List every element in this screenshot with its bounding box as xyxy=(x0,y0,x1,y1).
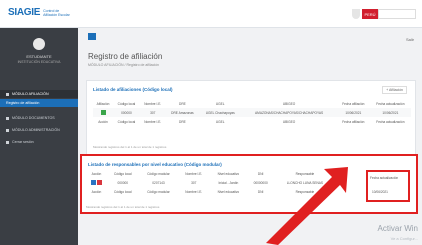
table-cell: UGEL Chachapoyas xyxy=(199,108,242,117)
column-header[interactable]: Nombre I.E. xyxy=(178,169,209,178)
table-cell: 000000 xyxy=(117,180,129,185)
logo-subtitle: Control de Afiliación Escolar xyxy=(43,8,70,17)
edit-button[interactable] xyxy=(91,180,96,185)
table-cell: DRE Amazonas xyxy=(165,108,200,117)
table-footer-row: Acción Código local Nombre I.E. DRE UGEL… xyxy=(93,117,411,126)
sidebar-item-administracion[interactable]: MÓDULO ADMINISTRACIÓN xyxy=(0,126,78,134)
government-flag: PERÚ xyxy=(362,9,416,19)
table-cell: Nivel educativo xyxy=(217,189,240,194)
table-cell: 0207143 xyxy=(152,180,165,185)
logout-icon xyxy=(6,140,9,144)
table-cell: UGEL xyxy=(215,119,225,124)
sidebar-item-label: Cerrar sesión xyxy=(12,140,34,144)
table-cell: Nombre I.E. xyxy=(144,119,162,124)
add-affiliation-button[interactable]: + Afiliación xyxy=(382,86,407,94)
responsibles-title: Listado de responsables por nivel educat… xyxy=(88,162,222,167)
highlighted-update-date: Fecha actualización 10/06/2021 xyxy=(366,170,410,202)
app-logo[interactable]: SIAGIE Control de Afiliación Escolar xyxy=(8,7,73,18)
menu-icon xyxy=(6,116,9,120)
table-cell: Nombre I.E. xyxy=(185,189,203,194)
user-institution: INSTITUCIÓN EDUCATIVA xyxy=(17,60,61,64)
table-cell: UBIGEO xyxy=(282,119,296,124)
table-cell: Código modular xyxy=(147,189,170,194)
table-cell: 307 xyxy=(191,180,197,185)
avatar-icon xyxy=(33,38,45,50)
table-row: 000000 307 DRE Amazonas UGEL Chachapoyas… xyxy=(93,108,411,117)
table-cell: Acción xyxy=(91,189,102,194)
column-header[interactable]: Acción xyxy=(86,169,107,178)
table-cell: 10/06/2021 xyxy=(336,108,370,117)
sidebar-item-logout[interactable]: Cerrar sesión xyxy=(0,138,78,146)
column-header[interactable]: Afiliación xyxy=(93,99,113,108)
user-name: ESTUDIANTE xyxy=(26,54,52,59)
column-header[interactable]: DRE xyxy=(166,99,199,108)
column-header[interactable]: Código modular xyxy=(139,169,179,178)
column-header[interactable]: UGEL xyxy=(199,99,241,108)
affiliations-title: Listado de afiliaciones (Código local) xyxy=(93,87,173,92)
column-header[interactable]: Nombre I.E. xyxy=(140,99,166,108)
column-header[interactable]: Fecha actualización xyxy=(370,176,398,180)
table-cell: Fecha afiliación xyxy=(342,119,365,124)
sidebar-item-registro[interactable]: Registro de afiliación xyxy=(0,99,78,107)
sidebar-item-documentos[interactable]: MÓDULO DOCUMENTOS xyxy=(0,114,78,122)
flag-white-band xyxy=(378,9,416,19)
update-date-value: 10/06/2021 xyxy=(372,190,388,194)
sidebar-item-label: MÓDULO AFILIACIÓN xyxy=(12,92,49,96)
table-cell: Acción xyxy=(98,119,108,124)
table-cell: Código local xyxy=(117,119,136,124)
main-content: Salir Registro de afiliación MÓDULO AFIL… xyxy=(78,28,422,245)
top-bar: SIAGIE Control de Afiliación Escolar PER… xyxy=(0,0,422,28)
logout-link[interactable]: Salir xyxy=(406,37,414,42)
action-cell xyxy=(86,178,107,187)
table-cell: Fecha actualización xyxy=(376,119,405,124)
table-cell: AMAZONAS/CHACHAPOYAS/CHACHAPOYAS xyxy=(241,108,337,117)
table-cell: 307 xyxy=(139,108,166,117)
affiliations-card: Listado de afiliaciones (Código local) +… xyxy=(86,80,416,162)
sidebar-item-label: Registro de afiliación xyxy=(6,101,40,105)
annotation-arrow-icon xyxy=(266,167,348,245)
responsibles-card: Listado de responsables por nivel educat… xyxy=(80,154,418,214)
table-cell: Inicial - Jardín xyxy=(218,180,239,185)
edit-button[interactable] xyxy=(100,110,106,115)
table-cell: DRE xyxy=(179,119,186,124)
action-cell xyxy=(93,108,114,117)
column-header[interactable]: Nivel educativo xyxy=(209,169,247,178)
column-header[interactable]: Fecha actualización xyxy=(370,99,411,108)
column-header[interactable]: Código local xyxy=(113,99,140,108)
menu-toggle-button[interactable] xyxy=(88,33,96,40)
shield-icon xyxy=(352,9,360,19)
table-cell: 10/06/2021 xyxy=(369,108,411,117)
breadcrumb: MÓDULO AFILIACIÓN / Registro de afiliaci… xyxy=(88,63,159,67)
sidebar-item-label: MÓDULO DOCUMENTOS xyxy=(12,116,55,120)
windows-activation-watermark: Activar Win xyxy=(377,224,418,233)
table-cell: 000000 xyxy=(113,108,140,117)
menu-icon xyxy=(6,128,9,132)
logo-brand: SIAGIE xyxy=(8,7,41,18)
affiliations-table: Afiliación Código local Nombre I.E. DRE … xyxy=(93,99,411,126)
flag-label: PERÚ xyxy=(362,9,378,19)
user-panel: ESTUDIANTE INSTITUCIÓN EDUCATIVA xyxy=(0,34,78,84)
sidebar-item-afiliacion[interactable]: MÓDULO AFILIACIÓN xyxy=(0,90,78,98)
column-header[interactable]: Código local xyxy=(107,169,139,178)
sidebar-item-label: MÓDULO ADMINISTRACIÓN xyxy=(12,128,60,132)
table-cell: Código local xyxy=(113,189,132,194)
column-header[interactable]: Fecha afiliación xyxy=(337,99,370,108)
sidebar: ESTUDIANTE INSTITUCIÓN EDUCATIVA MÓDULO … xyxy=(0,28,78,245)
page-title: Registro de afiliación xyxy=(88,52,163,61)
table-info: Mostrando registros del 1 al 1 de un tot… xyxy=(86,205,160,209)
table-info: Mostrando registros del 1 al 1 de un tot… xyxy=(93,145,167,149)
menu-icon xyxy=(6,92,9,96)
delete-button[interactable] xyxy=(96,180,102,185)
column-header[interactable]: UBIGEO xyxy=(241,99,337,108)
windows-activation-subtext: Ve a Configur... xyxy=(390,236,418,241)
